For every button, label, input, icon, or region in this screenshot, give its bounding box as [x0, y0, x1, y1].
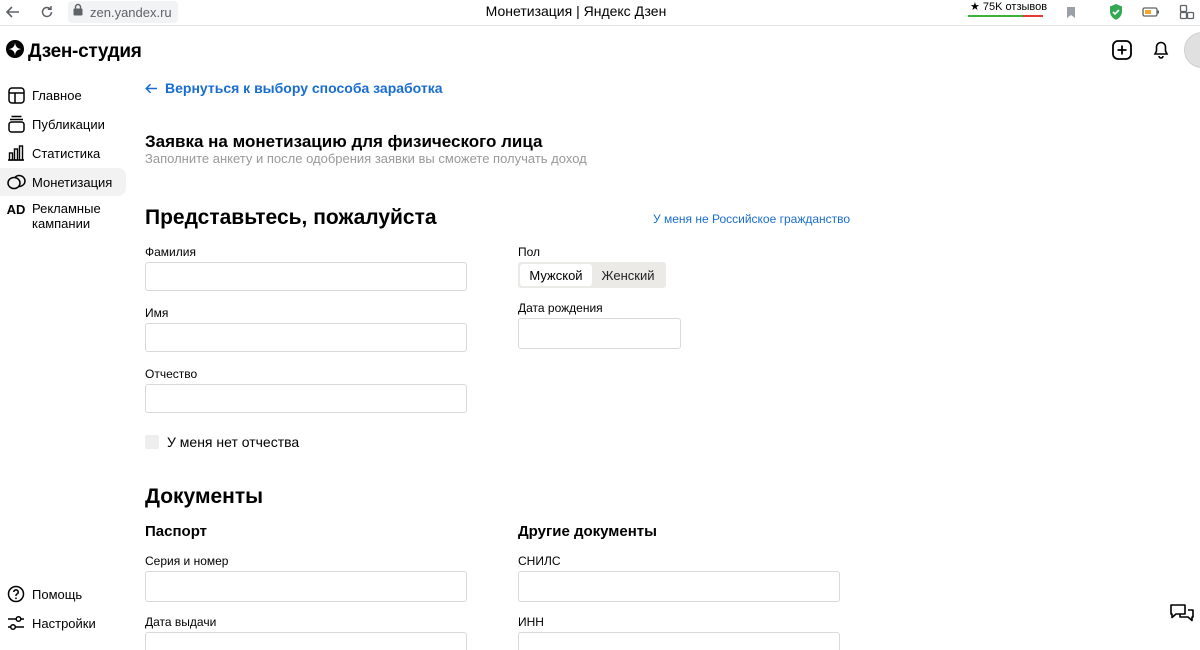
other-documents-heading: Другие документы [518, 523, 657, 540]
inn-input[interactable] [518, 632, 840, 650]
no-patronymic-checkbox[interactable] [145, 435, 159, 449]
sidebar-item-stats[interactable]: Статистика [0, 139, 126, 167]
back-link[interactable]: Вернуться к выбору способа заработка [145, 80, 443, 96]
sidebar-item-label: Монетизация [32, 174, 113, 190]
passport-date-label: Дата выдачи [145, 615, 217, 629]
logo-text: Дзен-студия [28, 40, 142, 62]
birthdate-input[interactable] [518, 318, 681, 349]
snils-input[interactable] [518, 571, 840, 602]
passport-number-input[interactable] [145, 571, 467, 602]
gender-female-option[interactable]: Женский [592, 264, 664, 286]
surname-label: Фамилия [145, 245, 196, 259]
publications-icon [6, 114, 26, 134]
gender-label: Пол [518, 245, 541, 259]
documents-heading: Документы [145, 485, 264, 508]
name-input[interactable] [145, 323, 467, 352]
chat-icon[interactable] [1166, 598, 1198, 630]
sidebar-item-label: Рекламные кампании [32, 201, 101, 231]
sidebar-item-label: Главное [32, 87, 82, 103]
layout-icon [6, 85, 26, 105]
inn-label: ИНН [518, 615, 544, 629]
settings-icon [6, 613, 26, 633]
sidebar-item-monetization[interactable]: Монетизация [0, 168, 126, 196]
back-link-label: Вернуться к выбору способа заработка [165, 80, 443, 96]
sidebar-item-ad-campaigns[interactable]: AD Рекламные кампании [0, 201, 126, 233]
reviews-badge[interactable]: ★ 75K отзывов [968, 0, 1049, 13]
gender-switch: Мужской Женский [518, 262, 666, 288]
intro-heading: Представьтесь, пожалуйста [145, 206, 437, 229]
help-icon [6, 584, 26, 604]
sidebar-item-label: Помощь [32, 586, 83, 602]
reviews-rating-bar [968, 15, 1043, 18]
passport-date-input[interactable] [145, 632, 467, 650]
surname-input[interactable] [145, 262, 467, 291]
shield-icon[interactable] [1107, 3, 1125, 21]
bookmark-icon[interactable] [1062, 3, 1080, 21]
arrow-left-icon [145, 83, 158, 94]
extensions-icon[interactable] [1178, 3, 1196, 21]
birthdate-label: Дата рождения [518, 301, 603, 315]
zen-logo-icon [6, 40, 24, 63]
sidebar-item-label: Настройки [32, 615, 96, 631]
stats-icon [6, 143, 26, 163]
zen-studio-logo[interactable]: Дзен-студия [6, 40, 142, 63]
passport-heading: Паспорт [145, 523, 207, 540]
patronymic-input[interactable] [145, 384, 467, 413]
sidebar-item-main[interactable]: Главное [0, 81, 126, 109]
avatar[interactable] [1184, 32, 1200, 68]
sidebar-item-help[interactable]: Помощь [0, 580, 126, 608]
battery-icon[interactable] [1142, 3, 1160, 21]
sidebar-item-settings[interactable]: Настройки [0, 609, 126, 637]
coins-icon [6, 172, 26, 192]
sidebar-item-label: Статистика [32, 145, 101, 161]
foreign-citizenship-link[interactable]: У меня не Российское гражданство [653, 212, 850, 226]
bell-icon[interactable] [1149, 38, 1173, 62]
passport-number-label: Серия и номер [145, 554, 229, 568]
ad-icon: AD [6, 201, 26, 217]
gender-male-option[interactable]: Мужской [520, 264, 592, 286]
form-subtitle: Заполните анкету и после одобрения заявк… [145, 151, 587, 166]
sidebar-item-publications[interactable]: Публикации [0, 110, 126, 138]
snils-label: СНИЛС [518, 554, 561, 568]
form-title: Заявка на монетизацию для физического ли… [145, 132, 543, 151]
name-label: Имя [145, 306, 169, 320]
sidebar-item-label: Публикации [32, 116, 105, 132]
no-patronymic-label[interactable]: У меня нет отчества [167, 434, 299, 450]
patronymic-label: Отчество [145, 367, 198, 381]
create-icon[interactable] [1110, 38, 1134, 62]
